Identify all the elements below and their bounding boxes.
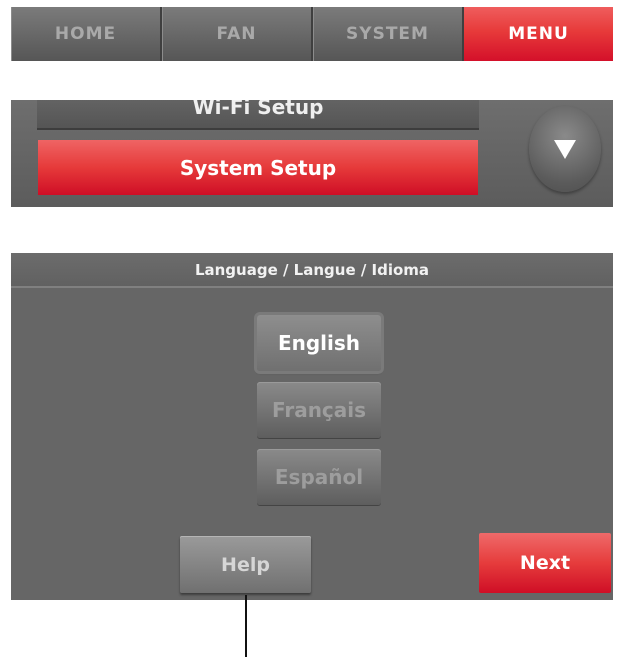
tab-fan[interactable]: FAN (162, 7, 313, 61)
tab-home[interactable]: HOME (11, 7, 162, 61)
menu-item-system-setup[interactable]: System Setup (38, 140, 478, 195)
callout-line (245, 595, 247, 657)
next-button[interactable]: Next (479, 533, 611, 593)
language-panel-title: Language / Langue / Idioma (11, 253, 613, 288)
help-button[interactable]: Help (180, 536, 311, 593)
scroll-down-button[interactable] (529, 106, 601, 192)
menu-list-panel: Wi-Fi Setup System Setup (11, 100, 613, 207)
language-option-francais[interactable]: Français (257, 382, 381, 438)
top-nav: HOME FAN SYSTEM MENU (11, 7, 613, 61)
tab-system[interactable]: SYSTEM (313, 7, 464, 61)
menu-item-wifi-setup[interactable]: Wi-Fi Setup (37, 100, 479, 130)
triangle-down-icon (554, 140, 576, 159)
tab-menu[interactable]: MENU (464, 7, 613, 61)
language-option-espanol[interactable]: Español (257, 449, 381, 505)
language-panel: Language / Langue / Idioma English Franç… (11, 253, 613, 600)
language-option-english[interactable]: English (257, 315, 381, 371)
